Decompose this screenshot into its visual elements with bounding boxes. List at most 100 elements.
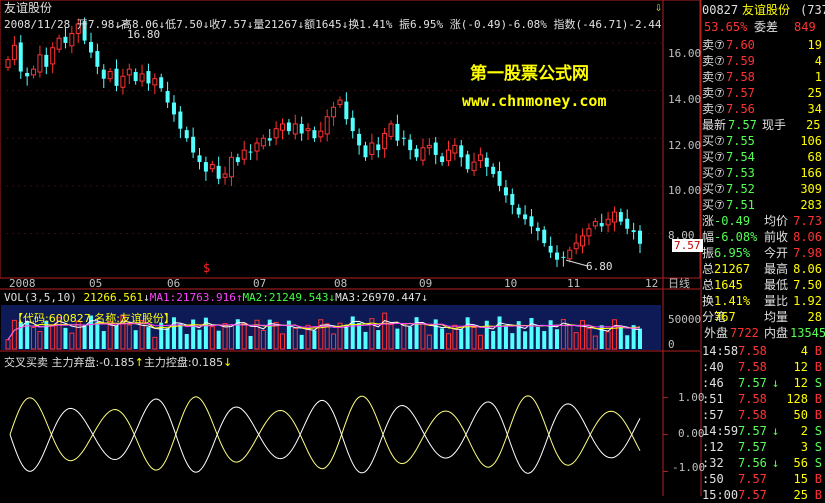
candle-body — [369, 142, 375, 155]
vol-ytick-50000: 50000 — [668, 313, 702, 326]
volume-bar — [638, 328, 642, 349]
stat-value-2: 8.06 — [793, 230, 822, 244]
sidebar-extra: (737 — [800, 3, 825, 17]
volume-bar — [497, 316, 502, 349]
tick-volume: 50 — [793, 408, 808, 422]
candle-body — [18, 42, 23, 72]
ask-row[interactable]: 卖⑦ 7.60 19 — [702, 37, 824, 53]
info-amp: 6.95% — [409, 18, 444, 31]
candle-body — [344, 101, 349, 120]
volume-bar — [459, 329, 464, 349]
tick-side: S — [814, 440, 822, 454]
period-label[interactable]: 日线 — [668, 277, 690, 290]
ask-row[interactable]: 卖⑦ 7.56 34 — [702, 101, 824, 117]
candle-body — [216, 165, 221, 179]
bid-price: 7.55 — [726, 134, 755, 148]
stat-label: 换 — [702, 294, 715, 308]
tick-row[interactable]: :57 7.58 50 B — [702, 407, 824, 423]
tick-price: 7.58 — [738, 392, 767, 406]
candle-body — [88, 42, 93, 53]
stat-row[interactable]: 分笔 767 均量 28 — [702, 309, 824, 325]
stat-row[interactable]: 幅 -6.08% 前收 8.06 — [702, 229, 824, 245]
bid-row[interactable]: 买⑦ 7.53 166 — [702, 165, 824, 181]
candle-body — [241, 149, 247, 160]
candle-body — [69, 32, 75, 47]
watermark-title: 第一股票公式网 — [470, 64, 589, 84]
tick-row[interactable]: :51 7.58 128 B — [702, 391, 824, 407]
candle-body — [401, 137, 406, 139]
ask-row[interactable]: 卖⑦ 7.58 1 — [702, 69, 824, 85]
tick-row[interactable]: :50 7.57 15 B — [702, 471, 824, 487]
tick-side: B — [814, 488, 822, 502]
bid-volume: 309 — [800, 182, 822, 196]
volume-bar — [95, 322, 100, 349]
bid-row[interactable]: 买⑦ 7.55 106 — [702, 133, 824, 149]
stat-value: -6.08% — [714, 230, 758, 244]
bid-row[interactable]: 买⑦ 7.51 283 — [702, 197, 824, 213]
stat-row[interactable]: 换 1.41% 量比 1.92 — [702, 293, 824, 309]
stat-row[interactable]: 总 21267 最高 8.06 — [702, 261, 824, 277]
candle-body — [586, 228, 592, 237]
xlabel-06: 06 — [167, 277, 181, 290]
stat-row[interactable]: 振 6.95% 今开 7.98 — [702, 245, 824, 261]
stat-row[interactable]: 总 1645 最低 7.50 — [702, 277, 824, 293]
candle-body — [228, 156, 234, 178]
candle-body — [611, 211, 617, 223]
bid-price: 7.51 — [726, 198, 755, 212]
volume-bar — [529, 318, 534, 349]
ask-row[interactable]: 卖⑦ 7.57 25 — [702, 85, 824, 101]
volume-bar — [165, 328, 170, 349]
candle-body — [529, 216, 534, 227]
candle-body — [305, 128, 311, 132]
candle-body — [260, 137, 266, 147]
volume-bar — [82, 325, 87, 349]
tick-row[interactable]: :46 7.57 ↓ 12 S — [702, 375, 824, 391]
stat-label: 总 — [702, 262, 715, 276]
tick-side: S — [814, 456, 822, 470]
bid-price: 7.53 — [726, 166, 755, 180]
candle-body — [209, 163, 215, 170]
volume-bar — [523, 331, 528, 349]
candle-body — [37, 54, 43, 73]
tick-row[interactable]: :40 7.58 12 B — [702, 359, 824, 375]
oscillator-lines — [9, 395, 668, 474]
candle-body — [420, 147, 426, 161]
tick-row[interactable]: :12 7.57 3 S — [702, 439, 824, 455]
stat-label-2: 前收 — [764, 230, 789, 244]
tick-row[interactable]: 14:58 7.58 4 B — [702, 343, 824, 359]
candle-body — [331, 106, 337, 118]
candle-body — [592, 221, 598, 227]
sidebar-name: 友谊股份 — [742, 3, 791, 17]
bid-row[interactable]: 买⑦ 7.52 309 — [702, 181, 824, 197]
candle-body — [395, 123, 400, 141]
info-close: 7.57 — [220, 18, 247, 31]
candle-body — [178, 111, 183, 129]
candle-body — [273, 128, 279, 139]
volume-bar — [618, 326, 623, 349]
info-chg-label: 涨 — [449, 18, 461, 31]
volume-bar — [491, 330, 496, 349]
ask-volume: 1 — [814, 70, 822, 84]
volume-bar — [408, 326, 413, 349]
candle-body — [491, 166, 496, 174]
ask-row[interactable]: 卖⑦ 7.59 4 — [702, 53, 824, 69]
candle-body — [605, 218, 611, 226]
ask-label: 卖⑦ — [702, 102, 725, 116]
pin-icon[interactable]: ⇩ — [655, 1, 662, 14]
volume-bar — [312, 330, 317, 349]
stat-row[interactable]: 涨 -0.49 均价 7.73 — [702, 213, 824, 229]
stat-label: 涨 — [702, 214, 715, 228]
osc-main-sell-line — [9, 395, 641, 471]
candle-body — [292, 123, 298, 135]
tick-time: 14:58 — [702, 344, 739, 358]
price-ytick-10: 10.00 — [668, 184, 702, 197]
info-amp-label: 振 — [398, 18, 410, 31]
volume-bar — [503, 325, 508, 349]
tick-row[interactable]: :32 7.56 ↓ 56 S — [702, 455, 824, 471]
bid-row[interactable]: 买⑦ 7.54 68 — [702, 149, 824, 165]
vol-ma2: MA2:21249.543 — [242, 291, 329, 304]
tick-row[interactable]: 15:00 7.57 25 B — [702, 487, 824, 503]
candle-body — [408, 139, 413, 151]
tick-row[interactable]: 14:59 7.57 ↓ 2 S — [702, 423, 824, 439]
ask-label: 卖⑦ — [702, 54, 725, 68]
